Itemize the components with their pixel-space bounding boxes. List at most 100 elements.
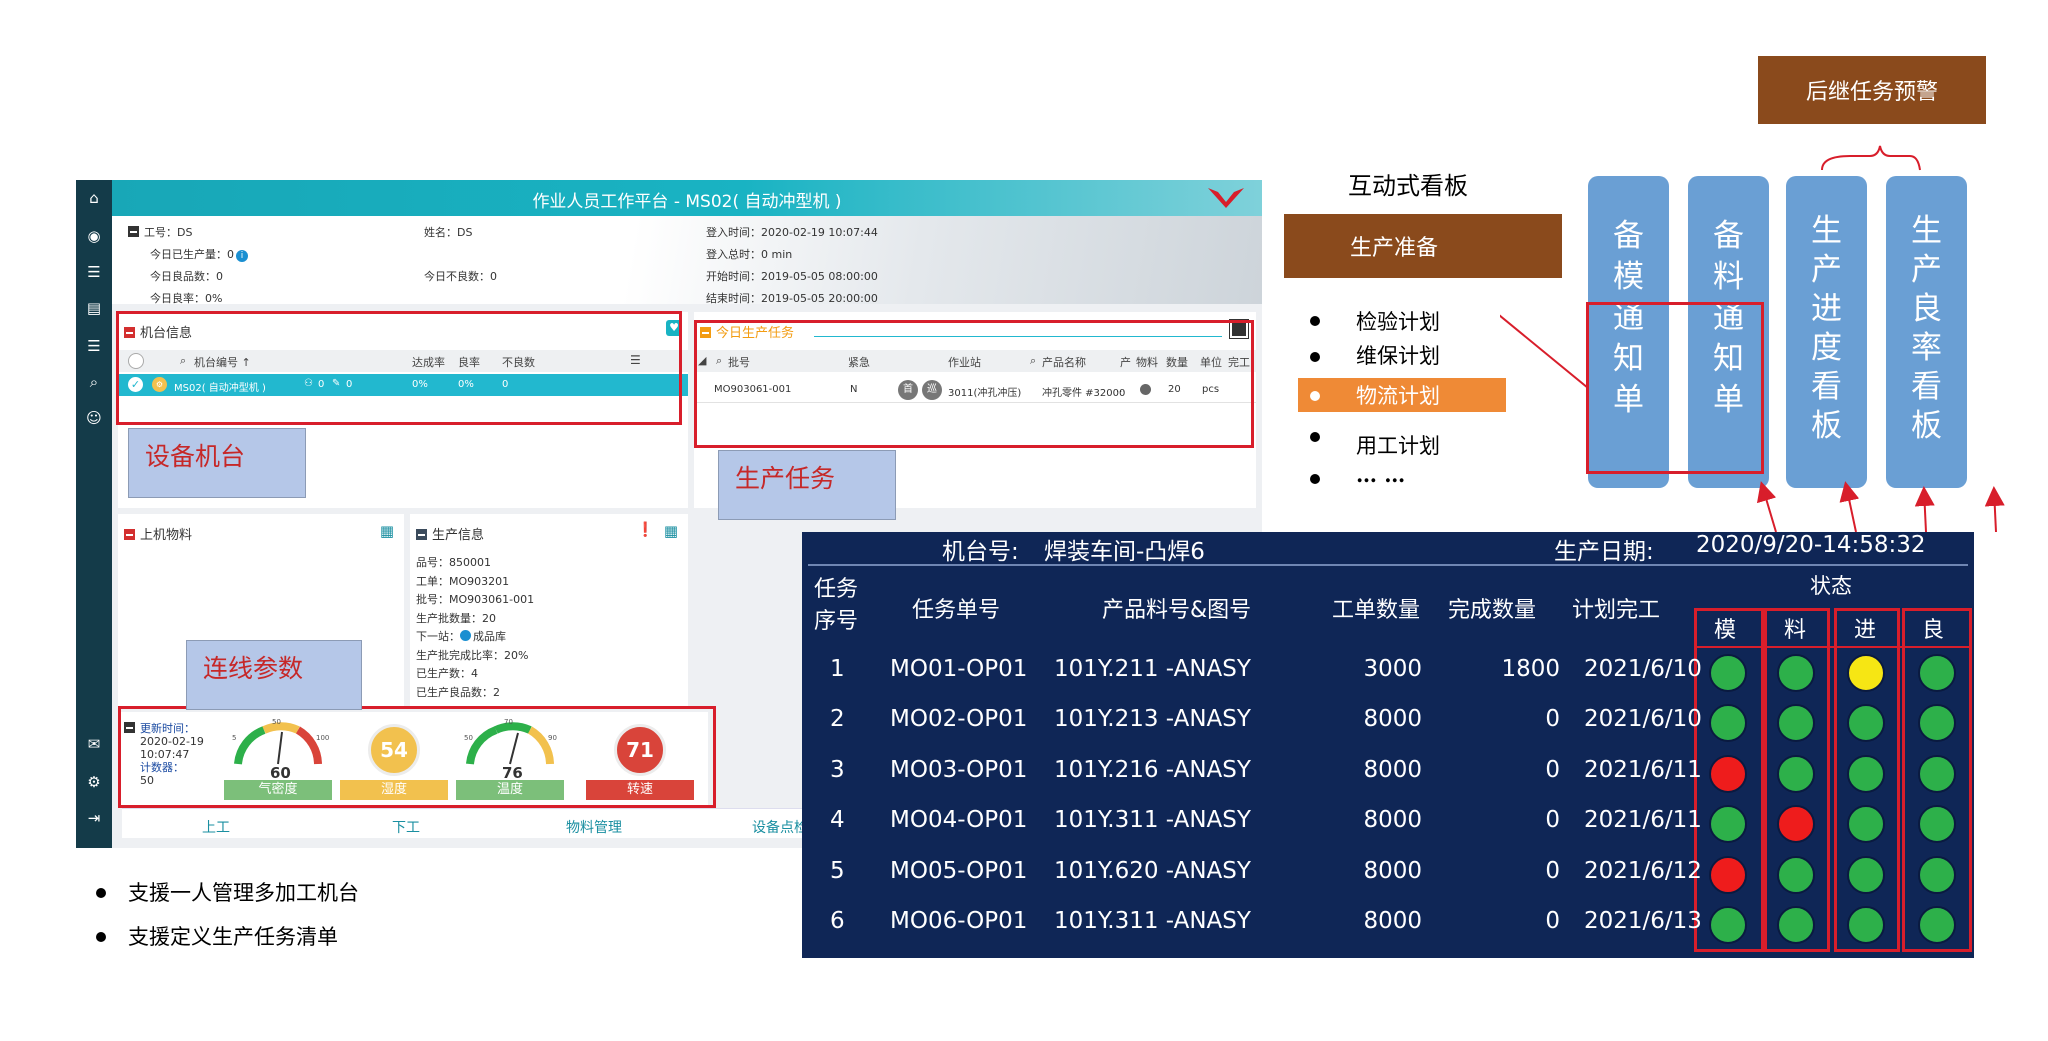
note-1: 支援一人管理多加工机台	[128, 881, 359, 905]
status-light-icon	[1918, 754, 1956, 793]
grid-view-icon[interactable]: ▦	[380, 522, 394, 540]
plan-labor: 用工计划	[1356, 434, 1440, 458]
info-next-station: 成品库	[473, 630, 506, 643]
status-light-icon	[1847, 754, 1885, 793]
plan-maintenance: 维保计划	[1356, 344, 1440, 368]
start-time: 开始时间：2019-05-05 08:00:00	[706, 270, 878, 283]
tab-equipment-check[interactable]: 设备点检	[752, 817, 808, 837]
user-icon[interactable]: ☺	[82, 406, 106, 430]
warning-label: 后继任务预警	[1805, 80, 1938, 105]
row-done: 0	[1545, 706, 1560, 733]
status-light-icon	[1918, 654, 1956, 692]
row-qty: 8000	[1363, 706, 1422, 733]
info-work-order: 工单：MO903201	[416, 574, 510, 588]
status-light-icon	[1709, 754, 1747, 793]
row-part: 101Y.620 -ANASY	[1054, 857, 1251, 884]
row-planned: 2021/6/13	[1584, 908, 1702, 934]
menu-icon[interactable]: ☰	[82, 334, 106, 358]
row-qty: 8000	[1363, 908, 1422, 934]
login-total: 登入总时：0 min	[706, 248, 793, 261]
row-qty: 8000	[1363, 857, 1422, 884]
tab-material-mgmt[interactable]: 物料管理	[566, 817, 622, 837]
row-part: 101Y.311 -ANASY	[1054, 807, 1251, 834]
collapse-icon[interactable]	[416, 529, 427, 540]
bullet-icon	[1310, 391, 1320, 401]
collapse-icon[interactable]	[124, 529, 135, 540]
connector-lines	[1500, 145, 2005, 533]
dashboard-icon[interactable]: ◉	[82, 224, 106, 248]
today-bad: 今日不良数：0	[424, 270, 497, 283]
today-output: 今日已生产量：0	[150, 248, 234, 261]
app-header: 作业人员工作平台 - MS02( 自动冲型机 )	[112, 180, 1262, 216]
highlight-params	[118, 706, 716, 808]
bullet-icon	[1310, 474, 1320, 484]
board-date-value: 2020/9/20-14:58:32	[1696, 532, 1926, 558]
row-task-order: MO02-OP01	[890, 706, 1028, 733]
board-machine-value: 焊装车间-凸焊6	[1044, 539, 1205, 565]
list-icon[interactable]: ☰	[82, 260, 106, 284]
row-task-no: 2	[830, 706, 845, 733]
row-done: 0	[1545, 756, 1560, 783]
bullet-icon	[1310, 316, 1320, 326]
info-icon[interactable]: i	[236, 250, 248, 262]
logout-icon[interactable]: ⇥	[82, 806, 106, 830]
row-planned: 2021/6/11	[1584, 807, 1702, 834]
row-part: 101Y.311 -ANASY	[1054, 908, 1251, 934]
row-part: 101Y.213 -ANASY	[1054, 706, 1251, 733]
callout-task: 生产任务	[718, 450, 896, 520]
row-task-no: 5	[830, 857, 845, 884]
production-info-panel: 生产信息 ❗ ▦ 品号：850001 工单：MO903201 批号：MO9030…	[410, 514, 688, 708]
highlight-machine	[116, 311, 682, 425]
highlight-task	[694, 320, 1254, 448]
col-task-order: 任务单号	[912, 598, 1001, 623]
row-task-order: MO01-OP01	[890, 656, 1028, 682]
tab-clock-in[interactable]: 上工	[202, 817, 230, 837]
row-qty: 8000	[1363, 807, 1422, 834]
info-produced: 已生产数：4	[416, 667, 478, 680]
callout-params: 连线参数	[186, 640, 362, 710]
login-time: 登入时间：2020-02-19 10:07:44	[706, 226, 878, 239]
grid-view-icon[interactable]: ▦	[664, 522, 678, 540]
tab-clock-out[interactable]: 下工	[392, 817, 420, 837]
plan-inspection: 检验计划	[1356, 310, 1440, 334]
status-header-line	[1694, 646, 1972, 648]
status-light-icon	[1847, 855, 1885, 894]
settings-gear-icon[interactable]: ⚙	[82, 770, 106, 794]
row-planned: 2021/6/11	[1584, 756, 1702, 783]
status-light-icon	[1918, 855, 1956, 894]
row-task-no: 6	[830, 908, 845, 934]
row-done: 0	[1545, 807, 1560, 834]
operator-info-area: 工号：DS 今日已生产量：0 i 今日良品数：0 今日良率：0% 姓名：DS 今日…	[112, 216, 1262, 305]
kanban-title: 互动式看板	[1348, 172, 1468, 200]
app-title: 作业人员工作平台 - MS02( 自动冲型机 )	[532, 192, 842, 212]
today-good: 今日良品数：0	[150, 270, 223, 283]
status-light-icon	[1709, 805, 1747, 844]
status-light-icon	[1777, 855, 1815, 894]
end-time: 结束时间：2019-05-05 20:00:00	[706, 292, 878, 305]
bullet-icon	[1310, 352, 1320, 362]
alert-icon[interactable]: ❗	[637, 522, 654, 538]
status-light-icon	[1918, 805, 1956, 844]
status-light-icon	[1709, 654, 1747, 692]
plan-more: … …	[1356, 462, 1406, 487]
status-label: 状态	[1810, 574, 1852, 598]
row-planned: 2021/6/10	[1584, 706, 1702, 733]
mail-icon[interactable]: ✉	[82, 732, 106, 756]
search-icon[interactable]: ⌕	[82, 370, 106, 394]
info-produced-good: 已生产良品数：2	[416, 685, 500, 699]
status-light-icon	[1777, 754, 1815, 793]
status-light-icon	[1918, 906, 1956, 944]
row-planned: 2021/6/12	[1584, 857, 1702, 884]
board-machine-label: 机台号:	[942, 539, 1019, 565]
col-task-no: 任务 序号	[814, 577, 859, 634]
collapse-icon[interactable]	[128, 226, 139, 237]
info-batch-qty: 生产批数量：20	[416, 611, 496, 625]
app-sidebar: ⌂ ◉ ☰ ▤ ☰ ⌕ ☺ ✉ ⚙ ⇥	[76, 180, 112, 848]
board-date-label: 生产日期:	[1554, 539, 1654, 565]
production-panel-title: 生产信息	[432, 528, 485, 543]
worker-id: 工号：DS	[144, 226, 193, 239]
bottom-tab-bar: 上工 下工 物料管理 设备点检	[122, 808, 808, 838]
home-icon[interactable]: ⌂	[82, 186, 106, 210]
status-light-icon	[1709, 855, 1747, 894]
document-icon[interactable]: ▤	[82, 296, 106, 320]
